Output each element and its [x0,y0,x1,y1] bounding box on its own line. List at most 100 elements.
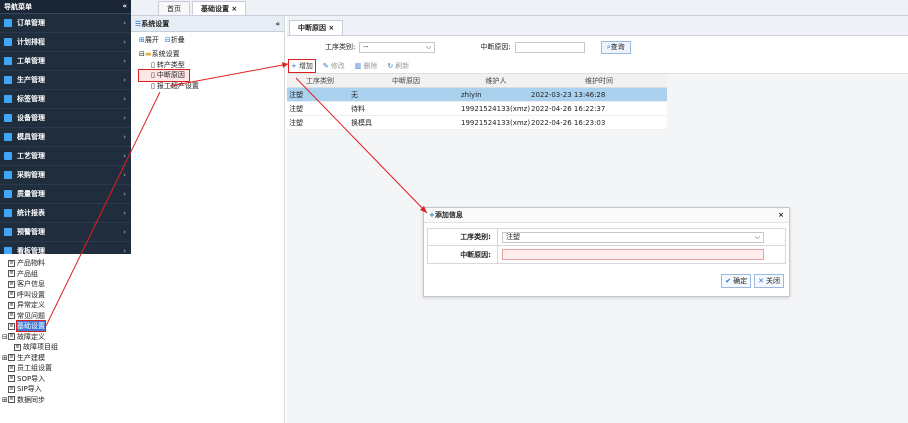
sidebar-item[interactable]: 工艺管理 › [0,147,131,166]
page-icon: ▯ [151,60,155,69]
sidebar-item[interactable]: 采购管理 › [0,166,131,185]
sidebar-item[interactable]: 统计报表 › [0,204,131,223]
sidebar-item[interactable]: 预警管理 › [0,223,131,242]
column-header[interactable]: 中断原因 [351,76,461,86]
page-icon: ≡ [8,375,15,383]
tree-item[interactable]: ⊞ ≡ 数据同步 [2,395,131,406]
tab-base-settings[interactable]: 基础设置 × [192,1,247,15]
panel-collapse-button[interactable]: « [275,20,280,28]
page-icon: ≡ [8,354,15,362]
page-icon: ≡ [8,291,15,299]
page-icon: ≡ [8,385,15,393]
column-header[interactable]: 工序类别 [287,76,351,86]
tree-item[interactable]: ≡ 产品物料 [2,258,131,269]
tree-item[interactable]: ≡ 客户信息 [2,279,131,290]
settings-tree-item[interactable]: ▯ 中断原因 [138,69,190,82]
reason-input[interactable] [502,249,764,260]
table-cell: 2022-04-26 16:22:37 [531,104,606,113]
page-icon: ≡ [8,280,15,288]
tree-item-label: 产品物料 [17,259,45,268]
sidebar-item[interactable]: 质量管理 › [0,185,131,204]
reason-filter-label: 中断原因: [480,43,511,51]
cancel-button[interactable]: ✕ 关闭 [754,274,784,288]
grid-header-row: 工序类别 中断原因 维护人 维护时间 [287,74,667,88]
query-button[interactable]: ⌕ 查询 [600,40,631,54]
settings-tree-item[interactable]: ▯ 转产类型 [139,60,284,71]
sidebar-item[interactable]: 计划排程 › [0,33,131,52]
tree-root[interactable]: ⊟ ▬ 系统设置 [139,49,284,60]
top-tab-bar: 首页 基础设置 × [131,0,908,16]
tree-item[interactable]: ≡ 异常定义 [2,300,131,311]
sidebar-item[interactable]: 订单管理 › [0,14,131,33]
sidebar-item[interactable]: 工单管理 › [0,52,131,71]
reason-filter-input[interactable] [514,41,585,53]
sidebar-collapse-button[interactable]: « [122,2,127,11]
dialog-header: +添加信息 × [424,208,789,223]
table-cell: 注塑 [289,104,303,113]
refresh-button[interactable]: ↻ 刷新 [385,60,411,72]
table-cell: 2022-04-26 16:23:03 [531,118,606,127]
check-icon: ✔ [725,277,732,285]
table-cell: 无 [351,90,358,99]
sidebar-item[interactable]: 设备管理 › [0,109,131,128]
type-filter-select[interactable]: -- ⌵ [359,41,436,53]
menu-icon [4,209,12,217]
menu-icon [4,76,12,84]
sidebar-item-label: 采购管理 [17,171,45,179]
panel-title: 系统设置 [141,19,170,28]
chevron-right-icon: › [123,209,126,217]
sidebar-item[interactable]: 生产管理 › [0,71,131,90]
menu-icon [4,152,12,160]
type-label: 工序类别: [428,229,498,245]
chevron-right-icon: › [123,57,126,65]
tab-home[interactable]: 首页 [158,1,190,15]
type-select[interactable]: 注塑 ⌵ [502,231,764,243]
tree-item[interactable]: ≡ 产品组 [2,269,131,280]
form-row-reason: 中断原因: [428,246,785,263]
delete-button[interactable]: ▥ 删除 [353,60,380,72]
tree-item[interactable]: ≡ 常见问题 [2,311,131,322]
sidebar-item[interactable]: 模具管理 › [0,128,131,147]
add-button[interactable]: + 增加 [288,58,316,73]
chevron-right-icon: › [123,228,126,236]
tree-item[interactable]: ⊞ ≡ 生产建模 [2,353,131,364]
table-row[interactable]: 注塑 换模具 19921524133(xmz) 2022-04-26 16:23:03 [287,116,667,130]
dialog-form: 工序类别: 注塑 ⌵ 中断原因: [427,228,786,264]
table-cell: 待料 [351,104,365,113]
close-icon[interactable]: × [778,211,784,219]
tree-item-label: 生产建模 [17,353,45,362]
tree-item[interactable]: ≡ 员工组设置 [2,363,131,374]
refresh-label: 刷新 [395,61,410,70]
dialog-footer: ✔ 确定 ✕ 关闭 [721,274,784,288]
tree-item[interactable]: ⊟ ≡ 故障定义 [2,332,131,343]
sidebar-item-label: 标签管理 [17,95,45,103]
edit-button[interactable]: ✎ 修改 [321,60,347,72]
tree-root-label: 系统设置 [151,50,180,59]
tree-item[interactable]: ≡ 呼叫设置 [2,290,131,301]
tree-item[interactable]: ≡ 故障项目组 [2,342,131,353]
chevron-right-icon: › [123,133,126,141]
table-row[interactable]: 注塑 无 zhiyin 2022-03-23 13:46:28 [287,88,667,102]
expand-button[interactable]: ⊞展开 [139,35,159,45]
column-header[interactable]: 维护时间 [531,76,667,86]
tree-item[interactable]: ≡ SIP导入 [2,384,131,395]
table-row[interactable]: 注塑 待料 19921524133(xmz) 2022-04-26 16:22:37 [287,102,667,116]
confirm-button[interactable]: ✔ 确定 [721,274,752,288]
sidebar-item-label: 生产管理 [17,76,45,84]
content-tab-bar: 中断原因 × [287,16,908,36]
column-header[interactable]: 维护人 [461,76,531,86]
tree-item[interactable]: ≡ 基础设置 [2,320,131,333]
fold-button[interactable]: ⊟折叠 [165,35,185,45]
menu-icon [4,228,12,236]
sidebar-item-label: 工艺管理 [17,152,45,160]
page-icon: ≡ [8,259,15,267]
refresh-icon: ↻ [387,61,394,70]
table-cell: 19921524133(xmz) [461,118,531,127]
tree-item[interactable]: ≡ SOP导入 [2,374,131,385]
base-data-tree: ≡ 产品物料 ≡ 产品组 ≡ 客户信息 ≡ 呼叫设置 ≡ 异常定义 ≡ 常见问题 ≡ 基础设置 ⊟ ≡ 故障定义… [0,254,131,423]
sidebar-item[interactable]: 标签管理 › [0,90,131,109]
tab-interrupt-reason[interactable]: 中断原因 × [289,20,344,35]
chevron-down-icon: ⌵ [426,42,432,51]
sidebar-header: 导航菜单 « [0,0,131,14]
settings-tree-item[interactable]: ▯ 报工超产设置 [139,81,284,92]
